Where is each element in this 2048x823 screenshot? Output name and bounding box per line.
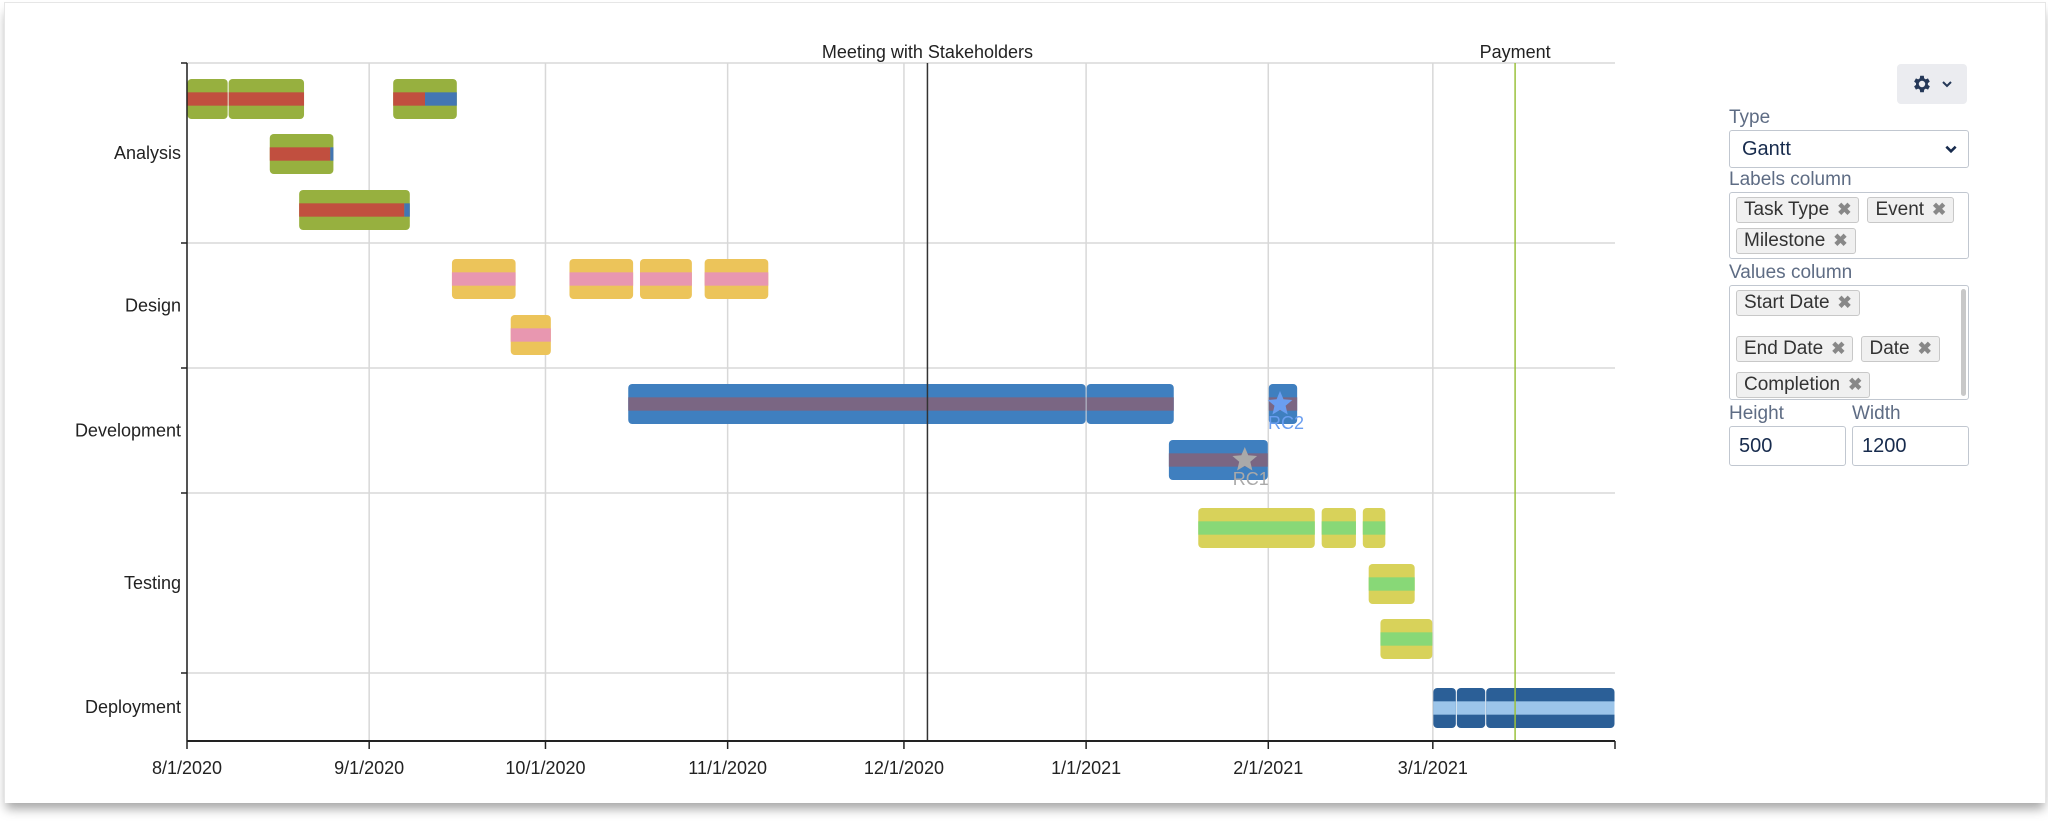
scrollbar[interactable] <box>1961 289 1966 396</box>
remove-tag-icon[interactable]: ✖ <box>1918 339 1932 359</box>
task-bar <box>1380 619 1433 659</box>
task-bar <box>569 259 634 299</box>
task-bar <box>1362 508 1386 548</box>
remove-tag-icon[interactable]: ✖ <box>1848 375 1862 395</box>
task-progress <box>1380 632 1433 646</box>
task-bar <box>393 79 457 119</box>
task-progress <box>269 147 331 161</box>
task-bar <box>1486 688 1615 728</box>
task-bar <box>1321 508 1356 548</box>
height-input[interactable]: 500 <box>1729 426 1846 466</box>
type-select-value: Gantt <box>1742 137 1791 160</box>
task-progress <box>187 92 228 106</box>
tag-event: Event ✖ <box>1867 197 1955 223</box>
task-progress <box>1321 521 1356 535</box>
gear-icon <box>1914 75 1930 93</box>
x-tick-label: 8/1/2020 <box>152 758 222 778</box>
task-bar <box>451 259 516 299</box>
task-progress <box>1198 521 1315 535</box>
x-tick-label: 12/1/2020 <box>864 758 944 778</box>
gantt-chart: Meeting with Stakeholders Payment Analysi… <box>75 42 1616 778</box>
task-progress <box>1368 577 1415 591</box>
task-bar <box>1198 508 1315 548</box>
task-progress <box>510 328 551 342</box>
tag-end-date: End Date ✖ <box>1736 336 1854 362</box>
x-tick-label: 11/1/2020 <box>688 758 767 778</box>
values-column-multiselect[interactable]: Start Date ✖ End Date ✖ Date ✖ Completion ✖ <box>1729 285 1969 400</box>
task-progress <box>228 92 305 106</box>
remove-tag-icon[interactable]: ✖ <box>1833 231 1847 251</box>
event-label: Payment <box>1480 42 1551 62</box>
task-progress <box>628 397 1086 411</box>
labels-column-label: Labels column <box>1729 169 1852 190</box>
settings-dropdown-button[interactable] <box>1897 64 1967 104</box>
chevron-down-icon <box>1942 81 1952 88</box>
task-bar <box>299 190 410 230</box>
tag-completion: Completion ✖ <box>1736 372 1871 398</box>
remove-tag-icon[interactable]: ✖ <box>1831 339 1845 359</box>
task-bar <box>628 384 1086 424</box>
category-label: Development <box>75 421 181 441</box>
task-bar <box>639 259 692 299</box>
task-progress <box>1456 701 1486 715</box>
remove-tag-icon[interactable]: ✖ <box>1932 200 1946 220</box>
task-bar <box>510 315 551 355</box>
bars-layer <box>187 79 1615 728</box>
task-progress <box>1086 397 1174 411</box>
x-tick-label: 1/1/2021 <box>1051 758 1121 778</box>
chevron-down-icon <box>1945 145 1957 154</box>
task-bar <box>1433 688 1456 728</box>
height-label: Height <box>1729 403 1784 424</box>
tag-start-date: Start Date ✖ <box>1736 290 1860 316</box>
type-select[interactable]: Gantt <box>1729 130 1969 168</box>
task-progress <box>1362 521 1386 535</box>
task-remaining <box>330 147 334 161</box>
milestone-label: RC2 <box>1268 413 1304 433</box>
labels-column-multiselect[interactable]: Task Type ✖ Event ✖ Milestone ✖ <box>1729 192 1969 259</box>
remove-tag-icon[interactable]: ✖ <box>1838 293 1852 313</box>
remove-tag-icon[interactable]: ✖ <box>1837 200 1851 220</box>
task-progress <box>451 272 516 286</box>
category-label: Deployment <box>85 697 181 717</box>
task-bar <box>228 79 305 119</box>
task-bar <box>1456 688 1486 728</box>
values-column-label: Values column <box>1729 262 1853 283</box>
task-progress <box>1168 453 1268 467</box>
task-progress <box>1433 701 1456 715</box>
tag-milestone: Milestone ✖ <box>1736 228 1856 254</box>
width-label: Width <box>1852 403 1901 424</box>
category-label: Testing <box>124 573 181 593</box>
task-progress <box>1486 701 1615 715</box>
category-label: Analysis <box>114 143 181 163</box>
tag-date: Date ✖ <box>1861 336 1940 362</box>
event-label: Meeting with Stakeholders <box>822 42 1033 62</box>
task-progress <box>393 92 425 106</box>
chart-settings-panel: Type Gantt Labels column Task Type ✖ Even… <box>1729 64 1971 466</box>
task-remaining <box>425 92 457 106</box>
x-tick-label: 10/1/2020 <box>505 758 585 778</box>
category-label: Design <box>125 296 181 316</box>
task-bar <box>704 259 769 299</box>
task-remaining <box>404 203 410 217</box>
x-tick-label: 9/1/2020 <box>334 758 404 778</box>
task-bar <box>269 134 334 174</box>
x-tick-label: 3/1/2021 <box>1398 758 1468 778</box>
task-progress <box>704 272 769 286</box>
milestone-label: RC1 <box>1233 469 1269 489</box>
task-bar <box>1086 384 1174 424</box>
x-tick-label: 2/1/2021 <box>1233 758 1303 778</box>
task-progress <box>569 272 634 286</box>
task-progress <box>639 272 692 286</box>
tag-task-type: Task Type ✖ <box>1736 197 1860 223</box>
task-progress <box>299 203 405 217</box>
type-label: Type <box>1729 107 1771 128</box>
task-bar <box>1368 564 1415 604</box>
task-bar <box>187 79 228 119</box>
width-input[interactable]: 1200 <box>1852 426 1969 466</box>
